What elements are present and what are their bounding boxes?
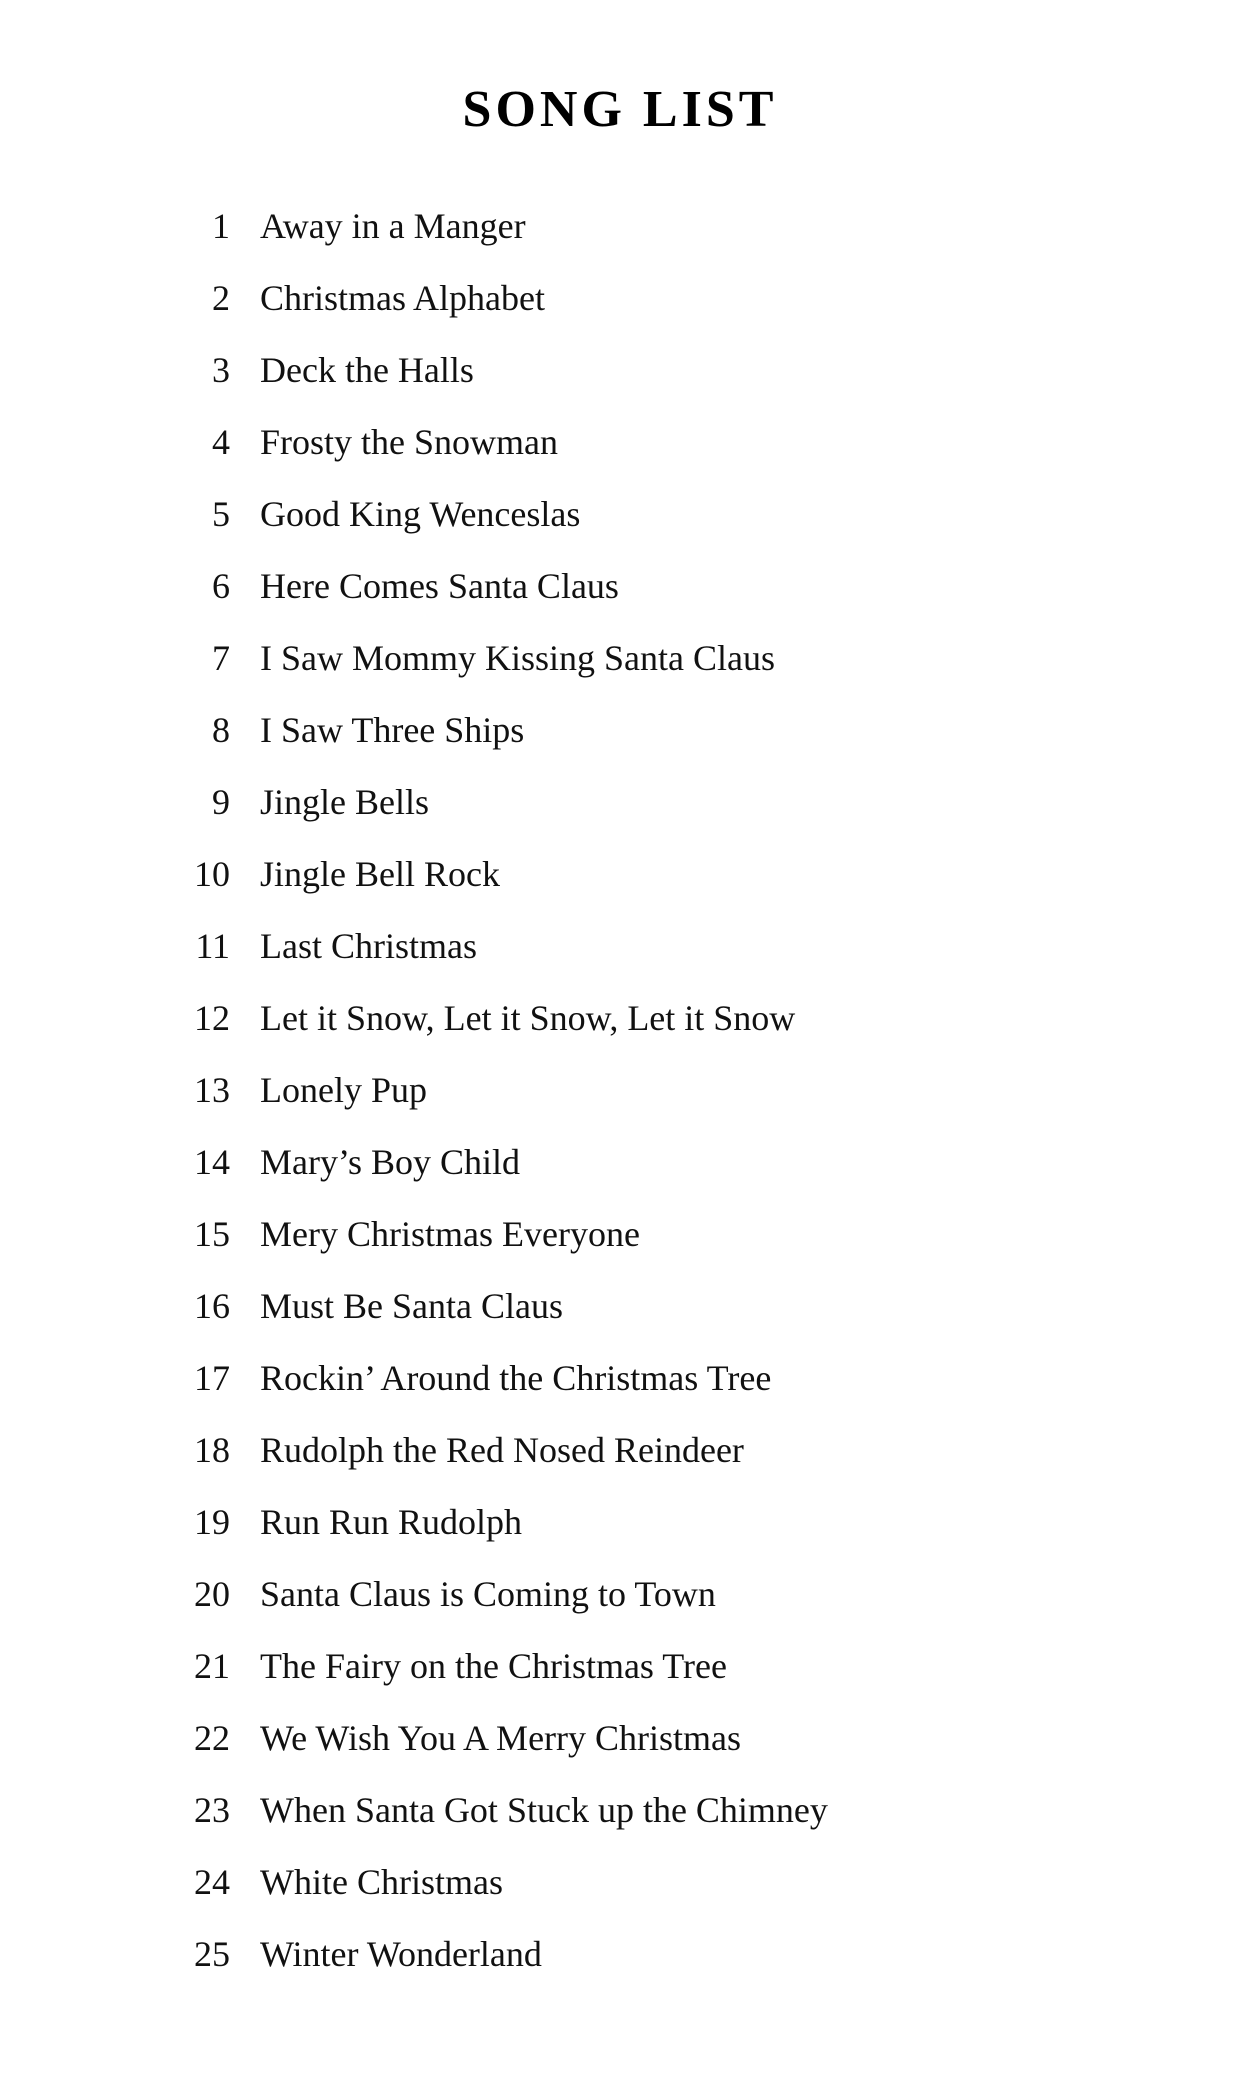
song-list: 1 Away in a Manger 2 Christmas Alphabet 3 Dec… [160,199,1140,1981]
song-title: We Wish You A Merry Christmas [260,1711,741,1765]
list-item: 21 The Fairy on the Christmas Tree [160,1639,1140,1693]
list-item: 5 Good King Wenceslas [160,487,1140,541]
song-number: 4 [160,415,230,469]
list-item: 3 Deck the Halls [160,343,1140,397]
song-number: 15 [160,1207,230,1261]
song-title: Last Christmas [260,919,477,973]
list-item: 7 I Saw Mommy Kissing Santa Claus [160,631,1140,685]
song-title: Here Comes Santa Claus [260,559,619,613]
list-item: 12 Let it Snow, Let it Snow, Let it Snow [160,991,1140,1045]
list-item: 11 Last Christmas [160,919,1140,973]
song-title: Must Be Santa Claus [260,1279,563,1333]
song-title: Jingle Bell Rock [260,847,500,901]
song-title: Away in a Manger [260,199,526,253]
list-item: 9 Jingle Bells [160,775,1140,829]
song-title: Let it Snow, Let it Snow, Let it Snow [260,991,795,1045]
list-item: 8 I Saw Three Ships [160,703,1140,757]
song-title: Deck the Halls [260,343,474,397]
list-item: 25 Winter Wonderland [160,1927,1140,1981]
list-item: 22 We Wish You A Merry Christmas [160,1711,1140,1765]
song-number: 5 [160,487,230,541]
song-title: White Christmas [260,1855,503,1909]
song-number: 1 [160,199,230,253]
song-number: 14 [160,1135,230,1189]
song-number: 11 [160,919,230,973]
list-item: 4 Frosty the Snowman [160,415,1140,469]
song-title: Rudolph the Red Nosed Reindeer [260,1423,744,1477]
song-title: Mary’s Boy Child [260,1135,520,1189]
list-item: 18 Rudolph the Red Nosed Reindeer [160,1423,1140,1477]
song-title: Frosty the Snowman [260,415,558,469]
song-number: 8 [160,703,230,757]
list-item: 17 Rockin’ Around the Christmas Tree [160,1351,1140,1405]
song-number: 7 [160,631,230,685]
list-item: 6 Here Comes Santa Claus [160,559,1140,613]
song-title: Lonely Pup [260,1063,427,1117]
song-number: 12 [160,991,230,1045]
song-title: Run Run Rudolph [260,1495,522,1549]
song-title: The Fairy on the Christmas Tree [260,1639,727,1693]
list-item: 24 White Christmas [160,1855,1140,1909]
song-number: 2 [160,271,230,325]
song-number: 18 [160,1423,230,1477]
list-item: 19 Run Run Rudolph [160,1495,1140,1549]
song-title: Jingle Bells [260,775,429,829]
song-number: 20 [160,1567,230,1621]
song-number: 6 [160,559,230,613]
song-title: Santa Claus is Coming to Town [260,1567,716,1621]
song-title: Rockin’ Around the Christmas Tree [260,1351,771,1405]
song-number: 21 [160,1639,230,1693]
list-item: 15 Mery Christmas Everyone [160,1207,1140,1261]
list-item: 20 Santa Claus is Coming to Town [160,1567,1140,1621]
list-item: 23 When Santa Got Stuck up the Chimney [160,1783,1140,1837]
song-title: When Santa Got Stuck up the Chimney [260,1783,828,1837]
song-number: 25 [160,1927,230,1981]
list-item: 14 Mary’s Boy Child [160,1135,1140,1189]
list-item: 1 Away in a Manger [160,199,1140,253]
song-number: 22 [160,1711,230,1765]
song-number: 13 [160,1063,230,1117]
song-title: I Saw Mommy Kissing Santa Claus [260,631,775,685]
song-title: Mery Christmas Everyone [260,1207,640,1261]
song-title: I Saw Three Ships [260,703,524,757]
list-item: 16 Must Be Santa Claus [160,1279,1140,1333]
list-item: 2 Christmas Alphabet [160,271,1140,325]
list-item: 10 Jingle Bell Rock [160,847,1140,901]
song-number: 24 [160,1855,230,1909]
page-title: SONG LIST [100,80,1140,139]
song-number: 10 [160,847,230,901]
song-title: Good King Wenceslas [260,487,580,541]
song-number: 3 [160,343,230,397]
song-number: 19 [160,1495,230,1549]
song-title: Winter Wonderland [260,1927,542,1981]
list-item: 13 Lonely Pup [160,1063,1140,1117]
song-title: Christmas Alphabet [260,271,545,325]
song-number: 16 [160,1279,230,1333]
song-number: 23 [160,1783,230,1837]
song-number: 17 [160,1351,230,1405]
song-number: 9 [160,775,230,829]
